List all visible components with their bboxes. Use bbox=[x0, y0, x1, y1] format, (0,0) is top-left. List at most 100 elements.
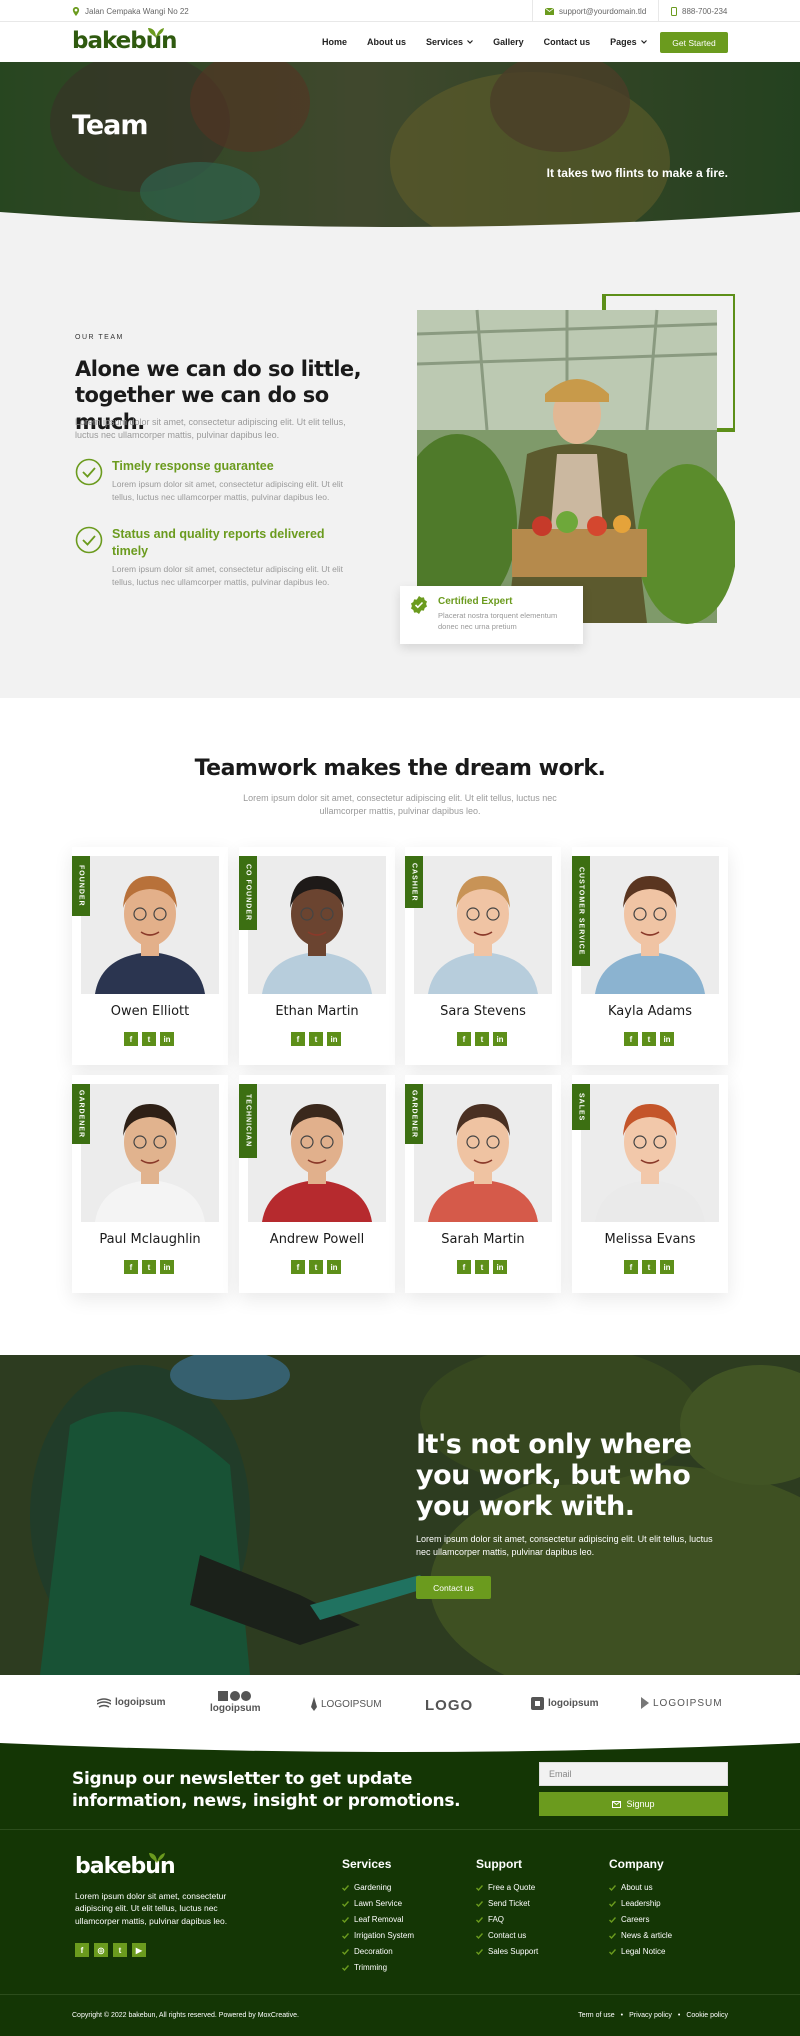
cookie-link[interactable]: Cookie policy bbox=[686, 2012, 728, 2019]
privacy-link[interactable]: Privacy policy bbox=[629, 2012, 672, 2019]
facebook-icon[interactable]: f bbox=[624, 1260, 638, 1274]
phone-link[interactable]: 888-700-234 bbox=[671, 7, 727, 16]
chevron-down-icon bbox=[467, 40, 473, 44]
footer-link[interactable]: News & article bbox=[609, 1931, 672, 1940]
footer-link-label: Free a Quote bbox=[488, 1883, 536, 1892]
address-text: Jalan Cempaka Wangi No 22 bbox=[85, 7, 189, 16]
footer-link[interactable]: Contact us bbox=[476, 1931, 538, 1940]
twitter-icon[interactable]: t bbox=[642, 1260, 656, 1274]
get-started-button[interactable]: Get Started bbox=[660, 32, 728, 53]
twitter-icon[interactable]: t bbox=[642, 1032, 656, 1046]
newsletter-heading: Signup our newsletter to get update info… bbox=[72, 1769, 461, 1812]
linkedin-icon[interactable]: in bbox=[660, 1260, 674, 1274]
feature-text: Lorem ipsum dolor sit amet, consectetur … bbox=[112, 479, 344, 502]
check-icon bbox=[476, 1948, 483, 1955]
footer-wave bbox=[0, 1741, 800, 1752]
twitter-icon[interactable]: t bbox=[142, 1260, 156, 1274]
gardener-photo bbox=[417, 294, 735, 624]
footer-link[interactable]: Leaf Removal bbox=[342, 1915, 414, 1924]
footer-link[interactable]: Sales Support bbox=[476, 1947, 538, 1956]
footer: Signup our newsletter to get update info… bbox=[0, 1741, 800, 2036]
nav-gallery[interactable]: Gallery bbox=[493, 37, 524, 47]
partner-logo-text: logoipsum bbox=[548, 1698, 599, 1709]
email-text: support@yourdomain.tld bbox=[559, 7, 647, 16]
partner-logo: logoipsum bbox=[531, 1697, 599, 1710]
bullet: • bbox=[677, 2012, 681, 2019]
team-card: CUSTOMER SERVICE Kayla Adams f t in bbox=[572, 847, 728, 1065]
nav-about[interactable]: About us bbox=[367, 37, 406, 47]
footer-link[interactable]: Lawn Service bbox=[342, 1899, 414, 1908]
footer-link[interactable]: Gardening bbox=[342, 1883, 414, 1892]
facebook-icon[interactable]: f bbox=[291, 1032, 305, 1046]
footer-description: Lorem ipsum dolor sit amet, consectetur … bbox=[75, 1891, 228, 1926]
linkedin-icon[interactable]: in bbox=[160, 1260, 174, 1274]
footer-column-services: Services Gardening Lawn Service Leaf Remova… bbox=[342, 1857, 414, 1979]
footer-link-label: Decoration bbox=[354, 1947, 393, 1956]
footer-link[interactable]: Leadership bbox=[609, 1899, 672, 1908]
leaf-icon bbox=[148, 28, 164, 38]
facebook-icon[interactable]: f bbox=[124, 1032, 138, 1046]
check-icon bbox=[342, 1884, 349, 1891]
linkedin-icon[interactable]: in bbox=[327, 1032, 341, 1046]
linkedin-icon[interactable]: in bbox=[327, 1260, 341, 1274]
footer-link[interactable]: FAQ bbox=[476, 1915, 538, 1924]
footer-link[interactable]: About us bbox=[609, 1883, 672, 1892]
team-member-photo bbox=[248, 1084, 386, 1222]
footer-link[interactable]: Send Ticket bbox=[476, 1899, 538, 1908]
twitter-icon[interactable]: t bbox=[309, 1032, 323, 1046]
youtube-icon[interactable]: ▶ bbox=[132, 1943, 146, 1957]
linkedin-icon[interactable]: in bbox=[493, 1032, 507, 1046]
twitter-icon[interactable]: t bbox=[309, 1260, 323, 1274]
nav-label: Home bbox=[322, 37, 348, 47]
member-name: Melissa Evans bbox=[604, 1232, 696, 1247]
footer-link[interactable]: Trimming bbox=[342, 1963, 414, 1972]
linkedin-icon[interactable]: in bbox=[493, 1260, 507, 1274]
role-tag: CO FOUNDER bbox=[239, 856, 257, 930]
team-card: TECHNICIAN Andrew Powell f t in bbox=[239, 1075, 395, 1293]
twitter-icon[interactable]: t bbox=[113, 1943, 127, 1957]
twitter-icon[interactable]: t bbox=[475, 1032, 489, 1046]
cert-text: Placerat nostra torquent elementum donec… bbox=[438, 611, 558, 632]
facebook-icon[interactable]: f bbox=[457, 1260, 471, 1274]
linkedin-icon[interactable]: in bbox=[660, 1032, 674, 1046]
team-member-photo bbox=[581, 856, 719, 994]
footer-link-label: Lawn Service bbox=[354, 1899, 403, 1908]
nav-home[interactable]: Home bbox=[322, 37, 347, 47]
email-link[interactable]: support@yourdomain.tld bbox=[545, 7, 646, 16]
logo[interactable]: bakebun bbox=[72, 28, 177, 54]
team-member-photo bbox=[581, 1084, 719, 1222]
logo-mark-icon bbox=[97, 1697, 111, 1708]
address: Jalan Cempaka Wangi No 22 bbox=[72, 7, 189, 16]
facebook-icon[interactable]: f bbox=[75, 1943, 89, 1957]
twitter-icon[interactable]: t bbox=[475, 1260, 489, 1274]
partner-logo: LOGOIPSUM bbox=[641, 1697, 723, 1709]
team-card: FOUNDER Owen Elliott f t in bbox=[72, 847, 228, 1065]
nav-label: About us bbox=[367, 37, 407, 47]
contact-button[interactable]: Contact us bbox=[416, 1576, 491, 1599]
footer-link[interactable]: Careers bbox=[609, 1915, 672, 1924]
team-member-photo bbox=[414, 856, 552, 994]
nav-contact[interactable]: Contact us bbox=[544, 37, 591, 47]
footer-link[interactable]: Irrigation System bbox=[342, 1931, 414, 1940]
member-social: f t in bbox=[124, 1260, 174, 1274]
email-field[interactable]: Email bbox=[539, 1762, 728, 1786]
facebook-icon[interactable]: f bbox=[291, 1260, 305, 1274]
footer-logo[interactable]: bakebun bbox=[75, 1853, 176, 1879]
twitter-icon[interactable]: t bbox=[142, 1032, 156, 1046]
nav-pages[interactable]: Pages bbox=[610, 37, 647, 47]
logo-mark-icon bbox=[218, 1691, 252, 1701]
footer-column-title: Company bbox=[609, 1857, 664, 1871]
footer-link[interactable]: Decoration bbox=[342, 1947, 414, 1956]
terms-link[interactable]: Term of use bbox=[578, 2012, 615, 2019]
facebook-icon[interactable]: f bbox=[624, 1032, 638, 1046]
check-icon bbox=[476, 1916, 483, 1923]
signup-button[interactable]: Signup bbox=[539, 1792, 728, 1816]
linkedin-icon[interactable]: in bbox=[160, 1032, 174, 1046]
footer-link[interactable]: Free a Quote bbox=[476, 1883, 538, 1892]
instagram-icon[interactable]: ◎ bbox=[94, 1943, 108, 1957]
about-section: OUR TEAM Alone we can do so little, toge… bbox=[0, 232, 800, 698]
facebook-icon[interactable]: f bbox=[124, 1260, 138, 1274]
footer-link[interactable]: Legal Notice bbox=[609, 1947, 672, 1956]
facebook-icon[interactable]: f bbox=[457, 1032, 471, 1046]
nav-services[interactable]: Services bbox=[426, 37, 473, 47]
